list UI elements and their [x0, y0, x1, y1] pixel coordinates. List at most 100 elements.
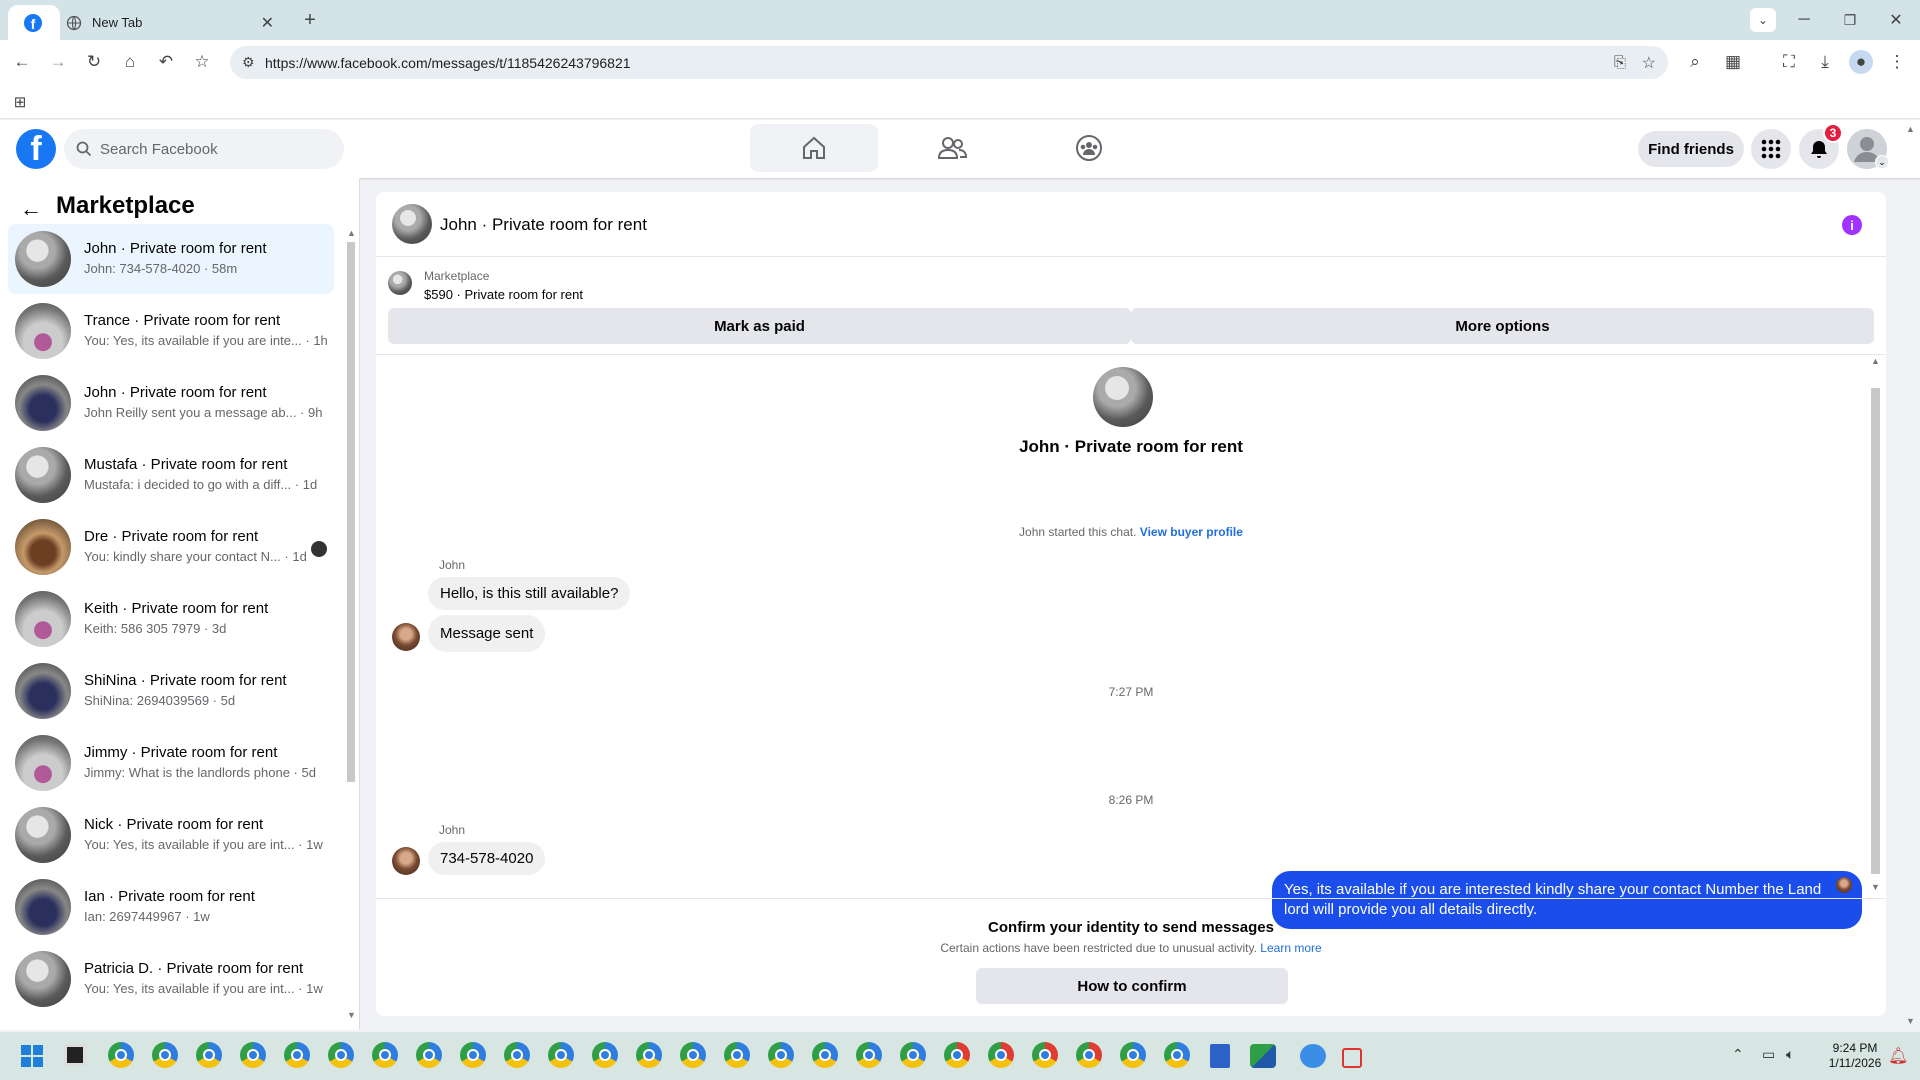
chrome-app-icon[interactable]: [284, 1042, 310, 1068]
chrome-app-icon[interactable]: [1076, 1042, 1102, 1068]
chrome-app-icon[interactable]: [504, 1042, 530, 1068]
new-tab-icon[interactable]: +: [298, 8, 322, 32]
scroll-down-icon[interactable]: ▼: [347, 1010, 356, 1020]
chrome-app-icon[interactable]: [944, 1042, 970, 1068]
search-input[interactable]: Search Facebook: [64, 129, 344, 169]
chrome-app-icon[interactable]: [768, 1042, 794, 1068]
chrome-app-icon[interactable]: [460, 1042, 486, 1068]
account-button[interactable]: ⌄: [1847, 129, 1889, 169]
bookmark-star-icon[interactable]: ☆: [190, 50, 214, 74]
find-friends-button[interactable]: Find friends: [1638, 131, 1744, 167]
sender-avatar[interactable]: [392, 623, 420, 651]
notepad-icon[interactable]: [1210, 1044, 1230, 1068]
chrome-app-icon[interactable]: [196, 1042, 222, 1068]
notifications-button[interactable]: 3: [1799, 123, 1843, 169]
conversation-item[interactable]: John · Private room for rent John Reilly …: [8, 368, 334, 438]
scroll-up-icon[interactable]: ▲: [347, 228, 356, 238]
conversation-item[interactable]: Trance · Private room for rent You: Yes, …: [8, 296, 334, 366]
view-buyer-profile-link[interactable]: View buyer profile: [1140, 525, 1243, 539]
nav-friends[interactable]: [888, 124, 1016, 172]
taskview-icon[interactable]: [64, 1044, 86, 1066]
close-window-icon[interactable]: ✕: [1884, 8, 1908, 32]
chrome-app-icon[interactable]: [636, 1042, 662, 1068]
profile-avatar[interactable]: [1093, 367, 1153, 427]
info-icon[interactable]: i: [1842, 215, 1862, 235]
conversation-item[interactable]: Keith · Private room for rent Keith: 586 …: [8, 584, 334, 654]
address-bar[interactable]: ⚙ https://www.facebook.com/messages/t/11…: [230, 46, 1668, 79]
chrome-app-icon[interactable]: [856, 1042, 882, 1068]
chrome-app-icon[interactable]: [1120, 1042, 1146, 1068]
home-icon[interactable]: ⌂: [118, 50, 142, 74]
close-tab-icon[interactable]: ✕: [261, 13, 274, 33]
qr-code-icon[interactable]: ▦: [1721, 50, 1745, 74]
network-icon[interactable]: ▭: [1762, 1046, 1775, 1063]
snipping-tool-icon[interactable]: [1342, 1048, 1362, 1068]
chrome-app-icon[interactable]: [372, 1042, 398, 1068]
minimize-icon[interactable]: ─: [1792, 8, 1816, 32]
chrome-app-icon[interactable]: [812, 1042, 838, 1068]
scroll-down-icon[interactable]: ▼: [1871, 882, 1880, 892]
nav-home[interactable]: [750, 124, 878, 172]
reload-icon[interactable]: ↻: [82, 50, 106, 74]
chrome-app-icon[interactable]: [152, 1042, 178, 1068]
chrome-app-icon[interactable]: [1164, 1042, 1190, 1068]
chat-title[interactable]: John · Private room for rent: [440, 215, 647, 235]
tab-facebook[interactable]: f: [8, 5, 60, 40]
chat-scrollbar[interactable]: ▲ ▼: [1868, 354, 1882, 896]
sender-avatar[interactable]: [392, 847, 420, 875]
conversation-item[interactable]: Dre · Private room for rent You: kindly s…: [8, 512, 334, 582]
profile-icon[interactable]: ●: [1849, 50, 1873, 74]
chrome-app-icon[interactable]: [1032, 1042, 1058, 1068]
restore-icon[interactable]: ❐: [1838, 8, 1862, 32]
download-icon[interactable]: ⤓: [1813, 50, 1837, 74]
incoming-message[interactable]: 734-578-4020: [428, 842, 546, 875]
scroll-up-icon[interactable]: ▲: [1871, 356, 1880, 366]
menu-button[interactable]: [1751, 129, 1791, 169]
sidebar-scroll-thumb[interactable]: [347, 242, 355, 782]
windows-start-icon[interactable]: [20, 1044, 44, 1068]
facebook-logo-icon[interactable]: f: [16, 129, 56, 169]
apps-grid-icon[interactable]: ⊞: [8, 90, 32, 114]
chrome-app-icon[interactable]: [108, 1042, 134, 1068]
conversation-item[interactable]: ShiNina · Private room for rent ShiNina: …: [8, 656, 334, 726]
page-scroll-up-icon[interactable]: ▲: [1906, 124, 1915, 134]
undo-icon[interactable]: ↶: [154, 50, 178, 74]
install-app-icon[interactable]: ⎘: [1614, 54, 1626, 71]
incoming-message[interactable]: Hello, is this still available?: [428, 577, 631, 610]
chrome-app-icon[interactable]: [240, 1042, 266, 1068]
chrome-app-icon[interactable]: [592, 1042, 618, 1068]
conversation-item[interactable]: Ian · Private room for rent Ian: 26974499…: [8, 872, 334, 942]
conversation-item[interactable]: Mustafa · Private room for rent Mustafa: …: [8, 440, 334, 510]
system-clock[interactable]: 9:24 PM 1/11/2026: [1820, 1041, 1890, 1071]
forward-icon[interactable]: →: [46, 50, 70, 74]
notification-bell-icon[interactable]: 🔔︎: [1888, 1046, 1908, 1066]
crop-icon[interactable]: ⛶: [1777, 50, 1801, 74]
back-arrow-icon[interactable]: ←: [20, 196, 42, 222]
conversation-item[interactable]: Patricia D. · Private room for rent You: …: [8, 944, 334, 1014]
incoming-message[interactable]: Message sent: [428, 615, 546, 652]
chrome-app-icon[interactable]: [328, 1042, 354, 1068]
chat-avatar[interactable]: [392, 204, 432, 244]
back-icon[interactable]: ←: [10, 50, 34, 74]
chrome-app-icon[interactable]: [900, 1042, 926, 1068]
nav-groups[interactable]: [1025, 124, 1153, 172]
tab-new-tab[interactable]: New Tab ✕: [56, 5, 286, 40]
app-icon[interactable]: [1250, 1044, 1276, 1068]
sidebar-scrollbar[interactable]: ▲ ▼: [345, 228, 357, 1023]
chrome-app-icon[interactable]: [548, 1042, 574, 1068]
volume-icon[interactable]: 🔈︎: [1786, 1046, 1794, 1063]
page-scroll-down-icon[interactable]: ▼: [1906, 1016, 1915, 1026]
chrome-app-icon[interactable]: [680, 1042, 706, 1068]
chrome-app-icon[interactable]: [724, 1042, 750, 1068]
conversation-item[interactable]: John · Private room for rent John: 734-57…: [8, 224, 334, 294]
zoom-icon[interactable]: ⌕: [1683, 50, 1707, 74]
listing-info[interactable]: Marketplace $590 · Private room for rent: [376, 257, 1886, 305]
mark-as-paid-button[interactable]: Mark as paid: [388, 308, 1131, 344]
site-settings-icon[interactable]: ⚙: [242, 54, 255, 71]
tab-search-icon[interactable]: ⌄: [1750, 8, 1776, 32]
app-icon[interactable]: [1300, 1044, 1326, 1068]
conversation-item[interactable]: Jimmy · Private room for rent Jimmy: What…: [8, 728, 334, 798]
bookmark-page-icon[interactable]: ☆: [1642, 53, 1656, 73]
how-to-confirm-button[interactable]: How to confirm: [976, 968, 1288, 1004]
conversation-item[interactable]: Nick · Private room for rent You: Yes, it…: [8, 800, 334, 870]
